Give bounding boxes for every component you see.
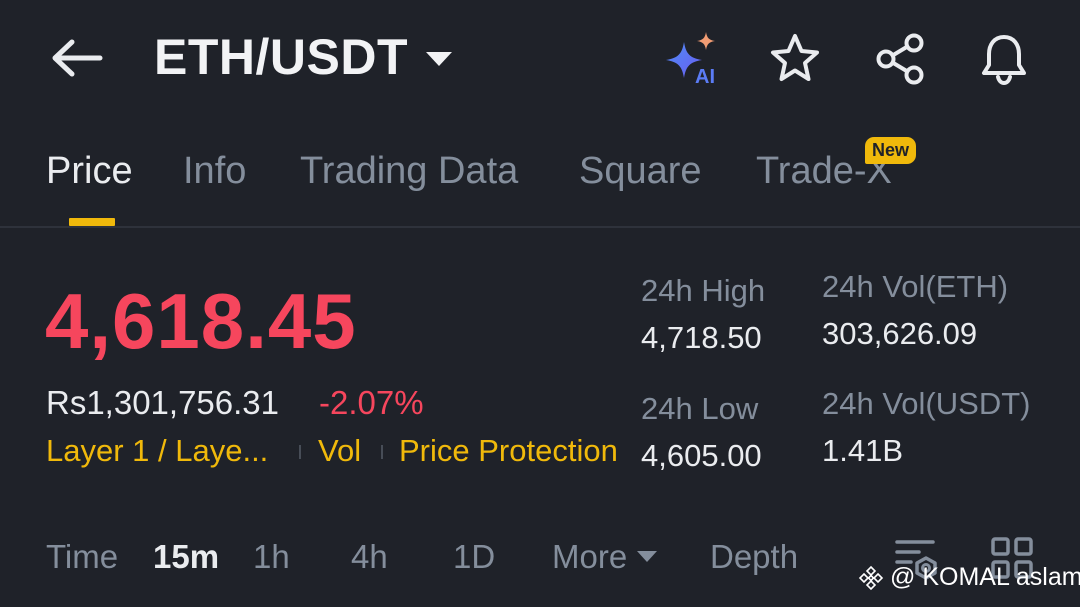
notification-button[interactable] bbox=[975, 30, 1033, 88]
interval-1h[interactable]: 1h bbox=[253, 538, 290, 576]
new-badge: New bbox=[865, 137, 917, 164]
tab-bar: Price Info Trading Data Square Trade-X N… bbox=[0, 118, 1080, 228]
pair-title: ETH/USDT bbox=[154, 29, 408, 85]
interval-1d[interactable]: 1D bbox=[453, 538, 495, 576]
price-change-percent: -2.07% bbox=[319, 384, 424, 421]
ai-button[interactable]: AI bbox=[662, 30, 720, 88]
low-label: 24h Low bbox=[641, 391, 759, 426]
watermark-text: @ KOMAL aslam bbox=[890, 563, 1080, 591]
tab-info[interactable]: Info bbox=[183, 150, 246, 193]
market-page: ETH/USDT AI Price Info Trading Data Squa… bbox=[0, 0, 1080, 607]
tag-divider bbox=[299, 445, 301, 459]
watermark: @ KOMAL aslam bbox=[858, 563, 1080, 592]
interval-4h[interactable]: 4h bbox=[351, 538, 388, 576]
vol-usdt-value: 1.41B bbox=[822, 433, 904, 468]
more-label: More bbox=[552, 538, 628, 575]
tab-price[interactable]: Price bbox=[46, 150, 133, 193]
fiat-price: Rs1,301,756.31 bbox=[46, 384, 280, 421]
top-header: ETH/USDT AI bbox=[0, 0, 1080, 118]
back-arrow-icon bbox=[52, 39, 103, 77]
bell-icon bbox=[982, 35, 1026, 86]
vol-usdt-label: 24h Vol(USDT) bbox=[822, 386, 1031, 421]
share-button[interactable] bbox=[872, 30, 930, 88]
tag-divider bbox=[381, 445, 383, 459]
interval-more[interactable]: More bbox=[552, 538, 658, 576]
interval-time[interactable]: Time bbox=[46, 538, 118, 576]
tag-row: Layer 1 / Laye... Vol Price Protection bbox=[0, 433, 640, 473]
vol-tag[interactable]: Vol bbox=[318, 433, 361, 469]
tab-square[interactable]: Square bbox=[579, 150, 702, 193]
category-tag[interactable]: Layer 1 / Laye... bbox=[46, 433, 268, 469]
active-tab-indicator bbox=[69, 218, 115, 226]
vol-eth-value: 303,626.09 bbox=[822, 316, 978, 351]
high-label: 24h High bbox=[641, 273, 766, 308]
chevron-down-icon bbox=[637, 550, 658, 562]
share-icon bbox=[876, 33, 924, 85]
back-button[interactable] bbox=[48, 36, 104, 80]
low-value: 4,605.00 bbox=[641, 438, 762, 473]
interval-15m[interactable]: 15m bbox=[153, 538, 219, 576]
price-protection-tag[interactable]: Price Protection bbox=[399, 433, 618, 469]
binance-logo-icon bbox=[858, 565, 884, 590]
favorite-button[interactable] bbox=[766, 30, 824, 88]
vol-eth-label: 24h Vol(ETH) bbox=[822, 269, 1009, 304]
high-value: 4,718.50 bbox=[641, 320, 762, 355]
tab-trading-data[interactable]: Trading Data bbox=[300, 150, 518, 193]
chevron-down-icon bbox=[426, 52, 452, 66]
depth-tab[interactable]: Depth bbox=[710, 538, 798, 576]
pair-selector[interactable]: ETH/USDT bbox=[154, 28, 452, 86]
ai-sparkle-icon: AI bbox=[666, 32, 715, 88]
last-price: 4,618.45 bbox=[45, 277, 357, 365]
svg-text:AI: AI bbox=[695, 66, 715, 88]
star-icon bbox=[771, 34, 819, 81]
